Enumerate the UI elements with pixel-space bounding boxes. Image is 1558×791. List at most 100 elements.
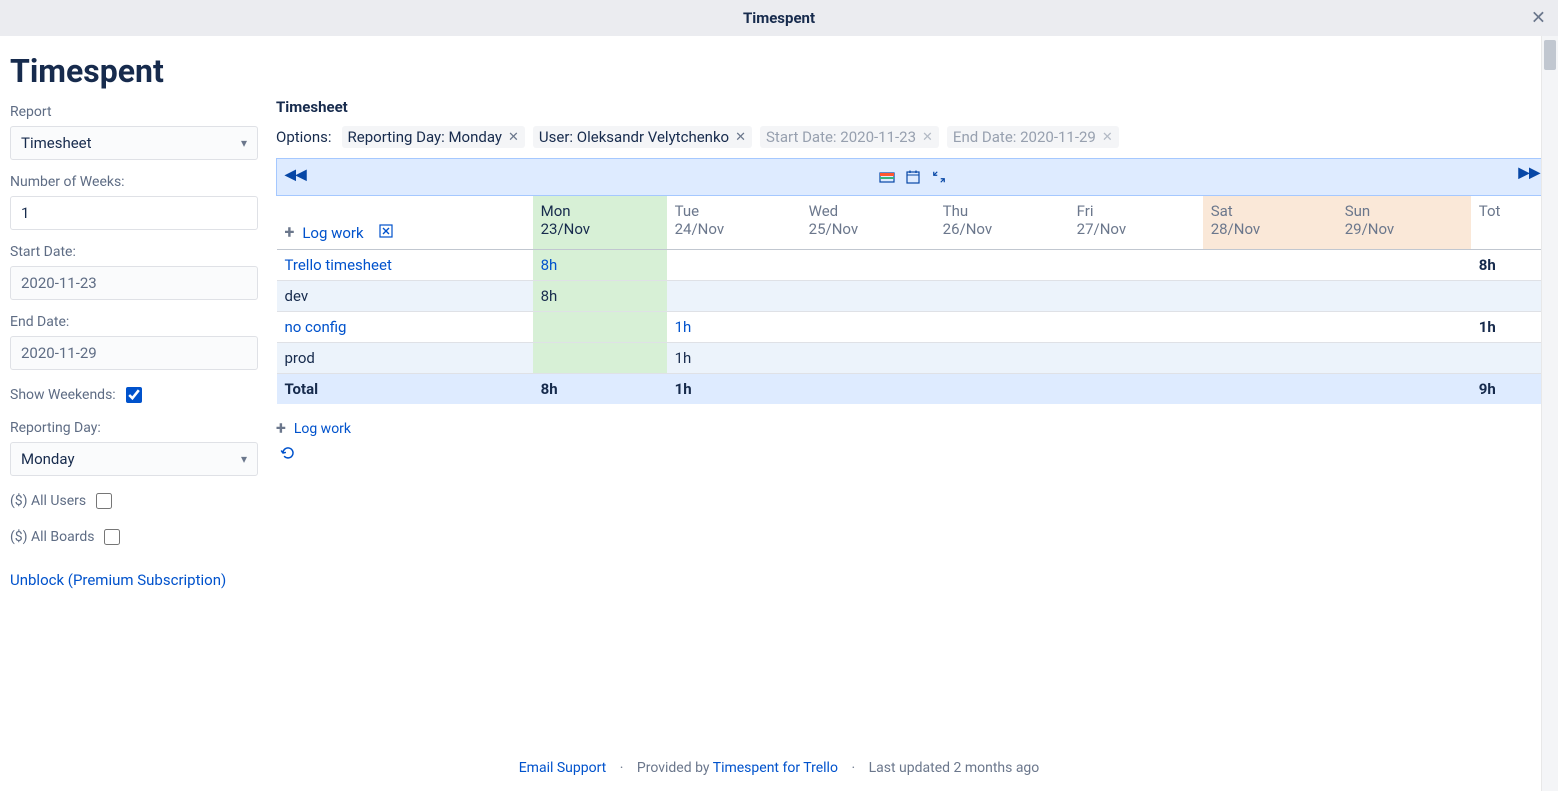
tot-header: Tot [1471, 196, 1548, 250]
chevron-down-icon: ▾ [241, 136, 247, 150]
plus-icon[interactable]: + [276, 418, 286, 439]
cell[interactable]: 8h [533, 281, 667, 312]
day-header: Sun29/Nov [1337, 196, 1471, 250]
refresh-icon[interactable] [280, 445, 296, 465]
filter-chip: Reporting Day: Monday✕ [342, 126, 525, 148]
all-users-checkbox[interactable] [96, 493, 112, 509]
cell [533, 312, 667, 343]
row-label[interactable]: no config [277, 312, 533, 343]
row-total [1471, 343, 1548, 374]
all-users-row: ($) All Users [10, 490, 258, 512]
filter-chip: User: Oleksandr Velytchenko✕ [533, 126, 752, 148]
cell [1069, 250, 1203, 281]
next-week-icon[interactable]: ▶▶ [1518, 165, 1540, 181]
email-support-link[interactable]: Email Support [519, 760, 607, 776]
scrollbar-thumb[interactable] [1544, 40, 1556, 70]
total-cell [801, 374, 935, 405]
prev-week-icon[interactable]: ◀◀ [285, 167, 307, 183]
reporting-day-label: Reporting Day: [10, 420, 258, 436]
day-header: Fri27/Nov [1069, 196, 1203, 250]
reporting-day-select[interactable]: Monday ▾ [10, 442, 258, 476]
weeks-input[interactable]: 1 [10, 196, 258, 230]
reporting-day-value: Monday [21, 450, 75, 468]
row-label[interactable]: Trello timesheet [277, 250, 533, 281]
cell [1203, 281, 1337, 312]
all-users-label: ($) All Users [10, 493, 86, 509]
day-header: Thu26/Nov [935, 196, 1069, 250]
cell [1069, 343, 1203, 374]
cell [533, 343, 667, 374]
window-header: Timespent ✕ [0, 0, 1558, 36]
cell[interactable]: 8h [533, 250, 667, 281]
weeks-value: 1 [21, 204, 29, 222]
weeks-label: Number of Weeks: [10, 174, 258, 190]
table-row: Trello timesheet8h8h [277, 250, 1549, 281]
cell [1203, 250, 1337, 281]
day-header: Mon23/Nov [533, 196, 667, 250]
cell [1337, 343, 1471, 374]
cell [935, 343, 1069, 374]
scrollbar[interactable] [1541, 36, 1558, 791]
report-select-value: Timesheet [21, 134, 92, 152]
total-cell [935, 374, 1069, 405]
log-work-link[interactable]: Log work [302, 224, 363, 242]
filter-chip-text: Start Date: 2020-11-23 [766, 128, 916, 146]
total-row: Total8h1h 9h [277, 374, 1549, 405]
timesheet-title: Timesheet [276, 98, 1548, 116]
total-cell [1203, 374, 1337, 405]
export-excel-icon[interactable] [378, 223, 394, 243]
cell [1337, 312, 1471, 343]
table-row: dev8h [277, 281, 1549, 312]
cell [935, 312, 1069, 343]
total-cell: 8h [533, 374, 667, 405]
total-cell: 1h [667, 374, 801, 405]
main: Timesheet Options: Reporting Day: Monday… [258, 46, 1548, 735]
chip-remove-icon[interactable]: ✕ [735, 130, 746, 145]
report-select[interactable]: Timesheet ▾ [10, 126, 258, 160]
view-icon[interactable] [879, 169, 895, 185]
plus-icon[interactable]: + [285, 222, 295, 243]
all-boards-checkbox[interactable] [104, 529, 120, 545]
last-updated-text: Last updated 2 months ago [869, 760, 1040, 776]
chip-remove-icon[interactable]: ✕ [508, 130, 519, 145]
product-link[interactable]: Timespent for Trello [713, 760, 838, 776]
end-date-input[interactable]: 2020-11-29 [10, 336, 258, 370]
cell[interactable]: 1h [667, 343, 801, 374]
cell [801, 312, 935, 343]
cell [801, 343, 935, 374]
end-date-label: End Date: [10, 314, 258, 330]
log-work-link-bottom[interactable]: Log work [294, 421, 351, 437]
cell[interactable]: 1h [667, 312, 801, 343]
table-row: prod1h [277, 343, 1549, 374]
row-total: 8h [1471, 250, 1548, 281]
cell [935, 250, 1069, 281]
cell [1337, 281, 1471, 312]
unblock-link[interactable]: Unblock (Premium Subscription) [10, 568, 258, 594]
row-sublabel: dev [277, 281, 533, 312]
provided-by-text: Provided by [637, 760, 713, 776]
cell [801, 281, 935, 312]
cell [667, 250, 801, 281]
chip-remove-icon: ✕ [922, 130, 933, 145]
cell [667, 281, 801, 312]
filter-chip: Start Date: 2020-11-23 ✕ [760, 126, 939, 148]
collapse-icon[interactable] [931, 169, 947, 185]
page-title: Timespent [10, 52, 258, 90]
table-row: no config1h1h [277, 312, 1549, 343]
end-date-value: 2020-11-29 [21, 344, 97, 362]
close-icon[interactable]: ✕ [1531, 8, 1546, 29]
filter-chip-text: End Date: 2020-11-29 [953, 128, 1096, 146]
total-label: Total [277, 374, 533, 405]
chevron-down-icon: ▾ [241, 452, 247, 466]
show-weekends-row: Show Weekends: [10, 384, 258, 406]
grand-total: 9h [1471, 374, 1548, 405]
row-total [1471, 281, 1548, 312]
start-date-label: Start Date: [10, 244, 258, 260]
calendar-icon[interactable] [905, 169, 921, 185]
start-date-input[interactable]: 2020-11-23 [10, 266, 258, 300]
show-weekends-checkbox[interactable] [126, 387, 142, 403]
options-label: Options: [276, 128, 332, 146]
cell [1203, 312, 1337, 343]
day-header: Tue24/Nov [667, 196, 801, 250]
options-row: Options: Reporting Day: Monday✕ User: Ole… [276, 126, 1548, 148]
